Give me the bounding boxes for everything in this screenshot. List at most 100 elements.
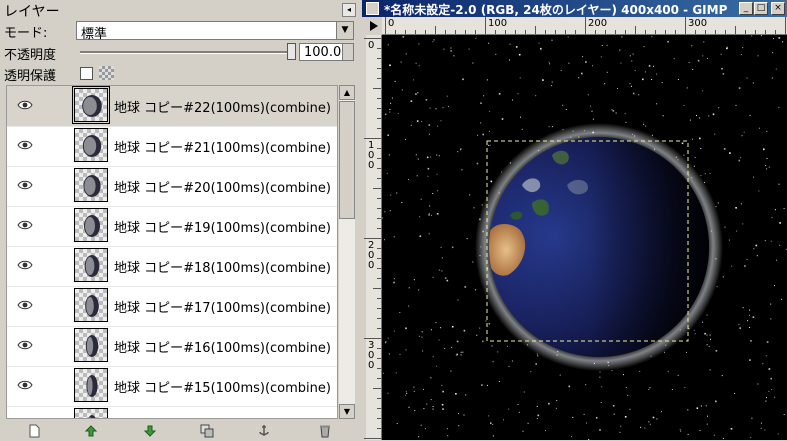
- image-menu-icon[interactable]: [366, 2, 379, 15]
- delete-layer-icon[interactable]: [318, 424, 332, 438]
- layer-list-scrollbar[interactable]: ▲ ▼: [339, 85, 355, 419]
- ruler-tick: [605, 30, 606, 34]
- ruler-tick: [565, 30, 566, 34]
- ruler-tick: [665, 30, 666, 34]
- spin-arrows-icon[interactable]: [342, 44, 353, 60]
- opacity-slider[interactable]: [80, 51, 292, 54]
- mode-select[interactable]: 標準 ▼: [76, 21, 354, 42]
- layer-name: 地球 コピー#18(100ms)(combine): [114, 261, 331, 276]
- layer-thumbnail[interactable]: [74, 408, 108, 418]
- ruler-tick: [705, 30, 706, 34]
- ruler-tick: [735, 26, 736, 34]
- ruler-label: 100: [488, 18, 508, 29]
- ruler-tick: [415, 30, 416, 34]
- mode-value: 標準: [81, 27, 108, 42]
- eye-icon[interactable]: [17, 299, 33, 310]
- layer-thumbnail[interactable]: [74, 168, 108, 202]
- eye-icon[interactable]: [17, 179, 33, 190]
- ruler-tick: [425, 30, 426, 34]
- new-layer-icon[interactable]: [27, 424, 41, 438]
- earth-globe: [475, 123, 723, 371]
- opacity-spinbox[interactable]: 100.0: [299, 43, 354, 61]
- layer-row[interactable]: 地球 コピー#14(100ms)(combine): [7, 406, 337, 418]
- ruler-tick: [377, 168, 381, 169]
- ruler-tick: [505, 30, 506, 34]
- eye-icon[interactable]: [17, 99, 33, 110]
- opacity-slider-handle[interactable]: [287, 43, 296, 60]
- lock-alpha-checkbox[interactable]: [80, 67, 93, 80]
- anchor-layer-icon[interactable]: [257, 424, 271, 438]
- layer-thumbnail[interactable]: [74, 288, 108, 322]
- ruler-tick: [715, 30, 716, 34]
- layer-thumbnail[interactable]: [74, 328, 108, 362]
- chevron-down-icon[interactable]: ▼: [336, 22, 353, 39]
- layer-name: 地球 コピー#16(100ms)(combine): [114, 341, 331, 356]
- ruler-tick: [373, 88, 381, 89]
- ruler-tick: [377, 58, 381, 59]
- scroll-up-icon[interactable]: ▲: [339, 85, 355, 100]
- ruler-tick: [525, 30, 526, 34]
- ruler-tick: [435, 26, 436, 34]
- scroll-down-icon[interactable]: ▼: [339, 404, 355, 419]
- dock-menu-button[interactable]: ◂: [342, 3, 356, 17]
- layer-name: 地球 コピー#21(100ms)(combine): [114, 141, 331, 156]
- layer-thumbnail[interactable]: [74, 208, 108, 242]
- layer-row[interactable]: 地球 コピー#19(100ms)(combine): [7, 206, 337, 247]
- ruler-tick: [695, 30, 696, 34]
- duplicate-layer-icon[interactable]: [200, 424, 214, 438]
- ruler-tick: [615, 30, 616, 34]
- layer-row[interactable]: 地球 コピー#20(100ms)(combine): [7, 166, 337, 207]
- ruler-tick: [395, 30, 396, 34]
- ruler-tick: [465, 30, 466, 34]
- ruler-tick: [515, 30, 516, 34]
- ruler-label: 100: [368, 140, 375, 171]
- ruler-tick: [377, 198, 381, 199]
- layer-row[interactable]: 地球 コピー#17(100ms)(combine): [7, 286, 337, 327]
- eye-icon[interactable]: [17, 219, 33, 230]
- close-icon[interactable]: ×: [771, 2, 785, 15]
- ruler-tick: [645, 30, 646, 34]
- layer-list[interactable]: 地球 コピー#22(100ms)(combine) 地球 コピー#21(100ms…: [6, 85, 338, 419]
- layer-row[interactable]: 地球 コピー#21(100ms)(combine): [7, 126, 337, 167]
- title-bar: *名称未設定-2.0 (RGB, 24枚のレイヤー) 400x400 - GIM…: [362, 0, 787, 17]
- ruler-tick: [373, 288, 381, 289]
- layer-name: 地球 コピー#17(100ms)(combine): [114, 301, 331, 316]
- ruler-tick: [455, 30, 456, 34]
- maximize-icon[interactable]: □: [754, 2, 768, 15]
- ruler-tick: [377, 318, 381, 319]
- quick-mask-corner-button[interactable]: [366, 17, 382, 35]
- ruler-tick: [373, 188, 381, 189]
- layer-row[interactable]: 地球 コピー#16(100ms)(combine): [7, 326, 337, 367]
- ruler-tick: [377, 268, 381, 269]
- layer-thumbnail[interactable]: [74, 368, 108, 402]
- ruler-label: 200: [368, 240, 375, 271]
- lower-layer-icon[interactable]: [143, 424, 157, 438]
- ruler-tick: [377, 308, 381, 309]
- layer-thumbnail[interactable]: [72, 86, 110, 124]
- ruler-tick: [445, 30, 446, 34]
- ruler-tick: [377, 248, 381, 249]
- eye-icon[interactable]: [17, 259, 33, 270]
- ruler-tick: [475, 30, 476, 34]
- opacity-label: 不透明度: [4, 48, 57, 63]
- vertical-ruler[interactable]: 0 100 200 300: [364, 35, 382, 440]
- raise-layer-icon[interactable]: [84, 424, 98, 438]
- layer-thumbnail[interactable]: [74, 248, 108, 282]
- horizontal-ruler[interactable]: 0 100 200 300: [382, 17, 787, 35]
- layer-name: 地球 コピー#22(100ms)(combine): [114, 101, 331, 116]
- eye-icon[interactable]: [17, 379, 33, 390]
- ruler-label: 300: [688, 18, 708, 29]
- ruler-tick: [377, 278, 381, 279]
- image-canvas[interactable]: [382, 35, 787, 440]
- ruler-tick: [675, 30, 676, 34]
- scrollbar-thumb[interactable]: [339, 101, 355, 219]
- eye-icon[interactable]: [17, 139, 33, 150]
- layer-row[interactable]: 地球 コピー#22(100ms)(combine): [7, 86, 337, 127]
- layer-row[interactable]: 地球 コピー#15(100ms)(combine): [7, 366, 337, 407]
- layer-thumbnail[interactable]: [74, 128, 108, 162]
- layer-row[interactable]: 地球 コピー#18(100ms)(combine): [7, 246, 337, 287]
- window-title: *名称未設定-2.0 (RGB, 24枚のレイヤー) 400x400 - GIM…: [384, 3, 728, 17]
- minimize-icon[interactable]: _: [739, 2, 753, 15]
- ruler-tick: [377, 148, 381, 149]
- eye-icon[interactable]: [17, 339, 33, 350]
